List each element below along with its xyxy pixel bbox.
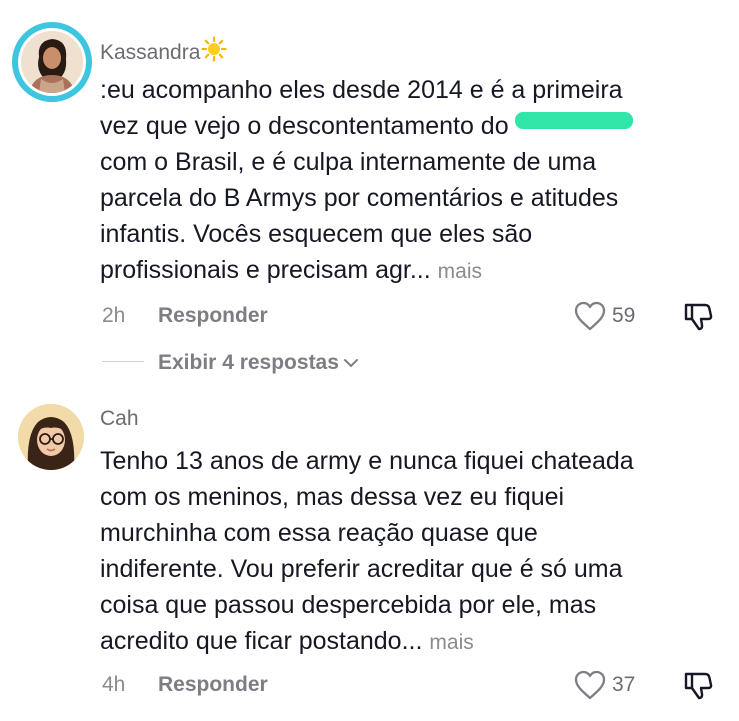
comment-time: 4h bbox=[102, 673, 126, 696]
view-replies-label[interactable]: Exibir 4 respostas bbox=[158, 351, 339, 374]
chevron-down-icon bbox=[343, 350, 359, 374]
more-link[interactable]: mais bbox=[438, 260, 482, 283]
avatar-story-ring[interactable] bbox=[12, 22, 92, 102]
replies-divider bbox=[102, 361, 144, 362]
comment-text-rest: com o Brasil, e é culpa internamente de … bbox=[100, 148, 619, 284]
comment-text-line: vez que vejo o descontentamento do bbox=[100, 112, 509, 140]
avatar[interactable] bbox=[18, 404, 84, 470]
thumbs-down-icon[interactable] bbox=[682, 300, 714, 332]
comment-text-line: :eu acompanho eles desde 2014 e é a prim… bbox=[100, 76, 623, 104]
view-replies-button[interactable]: Exibir 4 respostas bbox=[158, 350, 359, 375]
redaction-mark bbox=[514, 112, 633, 129]
comment-text: Tenho 13 anos de army e nunca fiquei cha… bbox=[100, 443, 720, 661]
thumbs-down-icon[interactable] bbox=[682, 669, 714, 701]
more-link[interactable]: mais bbox=[429, 631, 473, 654]
sun-emoji-icon bbox=[201, 36, 228, 68]
comment-actions: 2h Responder 59 bbox=[100, 300, 720, 332]
comment-text-body: Tenho 13 anos de army e nunca fiquei cha… bbox=[100, 447, 634, 655]
comment-username[interactable]: Cah bbox=[100, 407, 139, 431]
comment-username[interactable]: Kassandra bbox=[100, 36, 228, 68]
comment-actions: 4h Responder 37 bbox=[100, 669, 720, 701]
comment-text: :eu acompanho eles desde 2014 e é a prim… bbox=[100, 72, 720, 290]
reply-button[interactable]: Responder bbox=[158, 673, 268, 697]
avatar bbox=[21, 31, 83, 93]
username-text[interactable]: Kassandra bbox=[100, 41, 200, 64]
username-text[interactable]: Cah bbox=[100, 407, 139, 430]
reply-button[interactable]: Responder bbox=[158, 304, 268, 328]
heart-outline-icon[interactable] bbox=[573, 669, 607, 701]
heart-outline-icon[interactable] bbox=[573, 300, 607, 332]
like-count: 59 bbox=[612, 304, 636, 327]
like-count: 37 bbox=[612, 673, 636, 696]
view-replies[interactable]: Exibir 4 respostas bbox=[100, 350, 500, 374]
comment-time: 2h bbox=[102, 304, 126, 327]
previous-comment-fragment: · bbox=[0, 0, 739, 9]
